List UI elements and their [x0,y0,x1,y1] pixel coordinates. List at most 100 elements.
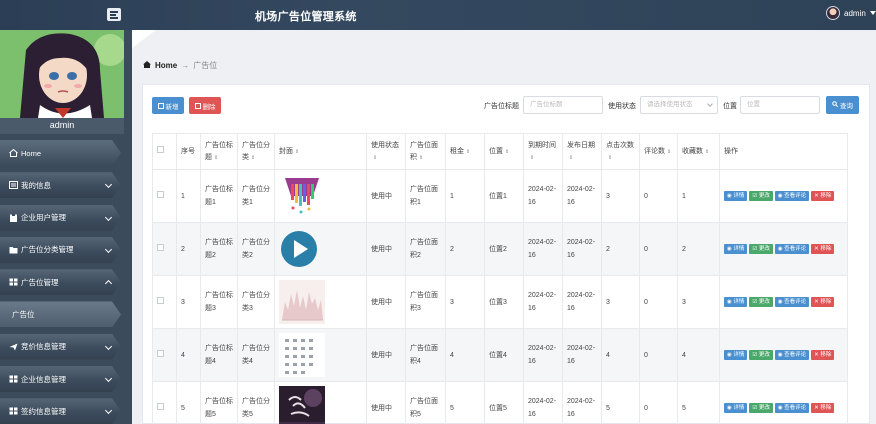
user-menu[interactable]: admin [826,6,876,20]
sidebar-item-label: Home [21,148,42,158]
sidebar-item-contract[interactable]: 签约信息管理 [0,398,121,424]
detail-button[interactable]: ◉ 详情 [724,403,748,413]
column-header[interactable]: 广告位标题 ⇕ [200,133,238,170]
row-checkbox[interactable] [157,402,164,410]
column-header[interactable]: 广告位分类 ⇕ [237,133,275,170]
cell-favorites: 1 [677,169,720,223]
sidebar-item-bidding[interactable]: 竞价信息管理 [0,333,121,360]
cell-actions: ◉ 详情 ☑ 更改 ◉ 查看评论 ✕ 移除 [719,328,848,382]
column-header[interactable]: 评论数 ⇕ [639,133,678,170]
edit-button[interactable]: ☑ 更改 [749,297,773,307]
column-header[interactable]: 租金 ⇕ [445,133,485,170]
add-button[interactable]: 新增 [152,97,184,114]
view-comments-button[interactable]: ◉ 查看评论 [774,297,810,307]
view-comments-button[interactable]: ◉ 查看评论 [774,350,810,360]
sort-icon[interactable]: ⇕ [214,155,218,161]
cell-title: 广告位标题1 [200,169,238,223]
sort-icon[interactable]: ⇕ [295,149,299,155]
row-checkbox[interactable] [157,243,164,251]
remove-button[interactable]: ✕ 移除 [811,297,835,307]
sidebar-item-label: 签约信息管理 [21,406,66,416]
remove-button[interactable]: ✕ 移除 [811,350,835,360]
position-filter-input[interactable]: 位置 [740,96,820,114]
table-row: 4 广告位标题4 广告位分类4 使用中 广告位面积4 4 位置4 2024-02… [152,328,848,382]
row-checkbox-cell[interactable] [152,169,177,223]
sidebar-item-ad-slot[interactable]: 广告位 [0,301,121,328]
cell-rent: 4 [445,328,485,382]
cell-expire: 2024-02-16 [523,169,563,223]
chevron-down-icon [104,181,113,189]
title-filter-input[interactable]: 广告位标题 [523,96,603,114]
detail-button[interactable]: ◉ 详情 [724,350,748,360]
column-header[interactable]: 使用状态⇕ [366,133,406,170]
breadcrumb-home[interactable]: Home [155,61,177,70]
sort-icon[interactable]: ⇕ [419,155,423,161]
cover-image [279,174,325,218]
remove-button[interactable]: ✕ 移除 [811,244,835,254]
edit-button[interactable]: ☑ 更改 [749,191,773,201]
column-header[interactable]: 发布日期⇕ [562,133,602,170]
remove-button[interactable]: ✕ 移除 [811,191,835,201]
column-header[interactable]: 点击次数⇕ [601,133,640,170]
delete-icon [194,102,201,109]
breadcrumb: Home → 广告位 [143,60,217,71]
row-checkbox-cell[interactable] [152,275,177,329]
sort-icon[interactable]: ⇕ [373,155,377,161]
sort-icon[interactable]: ⇕ [251,155,255,161]
row-checkbox-cell[interactable] [152,381,177,424]
sort-icon[interactable]: ⇕ [667,149,671,155]
edit-button[interactable]: ☑ 更改 [749,350,773,360]
column-header[interactable]: 收藏数 ⇕ [677,133,720,170]
sort-icon[interactable]: ⇕ [608,155,612,161]
sidebar-item-enterprise-info[interactable]: 企业信息管理 [0,366,121,393]
cell-cover [274,169,367,223]
sidebar-item-ad-management[interactable]: 广告位管理 [0,269,121,296]
search-button[interactable]: 查询 [826,96,859,114]
column-header[interactable]: 广告位面积 ⇕ [405,133,446,170]
status-filter-select[interactable]: 请选择使用状态 [640,96,718,114]
sidebar-item-label: 企业用户管理 [21,213,66,223]
remove-button[interactable]: ✕ 移除 [811,403,835,413]
delete-button[interactable]: 删除 [189,97,221,114]
cell-rent: 5 [445,381,485,424]
row-checkbox[interactable] [157,349,164,357]
select-all-checkbox-cell[interactable] [152,133,177,170]
view-comments-button[interactable]: ◉ 查看评论 [774,403,810,413]
edit-button[interactable]: ☑ 更改 [749,403,773,413]
column-header[interactable]: 封面 ⇕ [274,133,367,170]
detail-button[interactable]: ◉ 详情 [724,297,748,307]
sort-icon[interactable]: ⇕ [466,149,470,155]
chevron-down-icon [707,101,713,107]
delete-button-label: 删除 [202,103,216,111]
view-comments-button[interactable]: ◉ 查看评论 [774,244,810,254]
column-header[interactable]: 位置 ⇕ [484,133,524,170]
cell-comments: 0 [639,222,678,276]
sidebar-item-ad-category[interactable]: 广告位分类管理 [0,236,121,263]
sidebar-item-home[interactable]: Home [0,140,121,166]
column-header[interactable]: 到期时间⇕ [523,133,563,170]
sidebar-item-my-info[interactable]: 我的信息 [0,172,121,199]
select-all-checkbox[interactable] [157,145,164,153]
column-header: 操作 [719,133,848,170]
cover-image [281,231,317,267]
sort-icon[interactable]: ⇕ [505,149,509,155]
detail-button[interactable]: ◉ 详情 [724,244,748,254]
sort-icon[interactable]: ⇕ [569,155,573,161]
cell-actions: ◉ 详情 ☑ 更改 ◉ 查看评论 ✕ 移除 [719,275,848,329]
view-comments-button[interactable]: ◉ 查看评论 [774,191,810,201]
detail-button[interactable]: ◉ 详情 [724,191,748,201]
menu-toggle-icon[interactable] [107,8,121,21]
cell-status: 使用中 [366,381,406,424]
sidebar-item-enterprise-users[interactable]: 企业用户管理 [0,204,121,231]
sort-icon[interactable]: ⇕ [530,155,534,161]
row-checkbox-cell[interactable] [152,328,177,382]
cell-actions: ◉ 详情 ☑ 更改 ◉ 查看评论 ✕ 移除 [719,169,848,223]
edit-button[interactable]: ☑ 更改 [749,244,773,254]
row-checkbox-cell[interactable] [152,222,177,276]
cell-rent: 1 [445,169,485,223]
position-filter-label: 位置 [723,103,737,110]
sort-icon[interactable]: ⇕ [705,149,709,155]
row-checkbox[interactable] [157,190,164,198]
row-checkbox[interactable] [157,296,164,304]
sidebar-item-label: 我的信息 [21,180,51,190]
